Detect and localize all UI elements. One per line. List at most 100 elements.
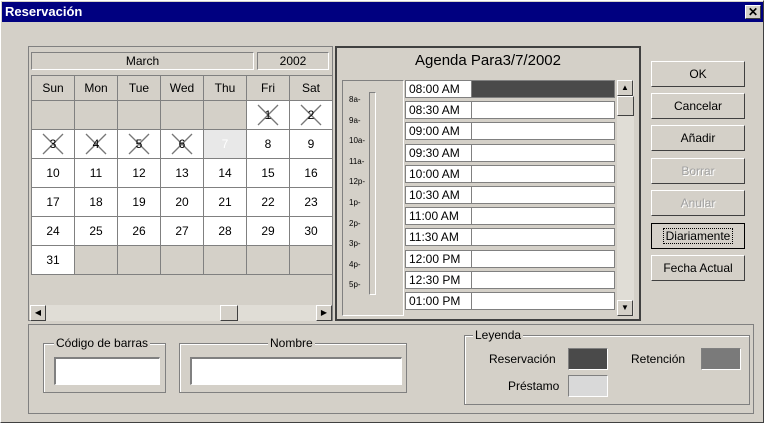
time-slot[interactable]: 12:30 PM: [405, 270, 615, 289]
time-slot[interactable]: 11:00 AM: [405, 207, 615, 226]
reservation-swatch: [568, 348, 608, 370]
hour-label: 3p-: [349, 239, 361, 249]
time-slot[interactable]: 10:00 AM: [405, 164, 615, 183]
name-group: Nombre: [179, 336, 407, 393]
time-slot[interactable]: 09:30 AM: [405, 143, 615, 162]
scroll-right-button[interactable]: ▶: [316, 305, 332, 321]
day-number: 23: [304, 195, 318, 209]
reservation-dialog: Reservación ✕ March 2002 Sun Mon Tue Wed Thu…: [0, 0, 764, 423]
scroll-down-button[interactable]: ▼: [617, 300, 633, 316]
slot-status-bar: [472, 81, 614, 97]
day-cell[interactable]: 8: [246, 129, 290, 159]
time-slot[interactable]: 08:30 AM: [405, 101, 615, 120]
scroll-thumb[interactable]: [617, 96, 634, 116]
day-cell[interactable]: 31: [31, 245, 75, 275]
day-cell[interactable]: 30: [289, 216, 333, 246]
day-number: 2: [307, 108, 315, 122]
hour-label: 2p-: [349, 218, 361, 228]
close-button[interactable]: ✕: [745, 5, 761, 19]
name-label: Nombre: [268, 336, 315, 350]
day-cell[interactable]: 3: [31, 129, 75, 159]
day-cell[interactable]: 11: [74, 158, 118, 188]
void-button[interactable]: Anular: [651, 190, 745, 216]
day-cell[interactable]: 13: [160, 158, 204, 188]
slot-status-bar: [472, 123, 614, 139]
day-cell[interactable]: 29: [246, 216, 290, 246]
scroll-thumb[interactable]: [220, 305, 238, 321]
day-cell[interactable]: 7: [203, 129, 247, 159]
day-cell[interactable]: 16: [289, 158, 333, 188]
day-cell[interactable]: 23: [289, 187, 333, 217]
name-input[interactable]: [190, 357, 402, 385]
day-cell[interactable]: 26: [117, 216, 161, 246]
empty-day-cell: [203, 245, 247, 275]
cancel-button[interactable]: Cancelar: [651, 93, 745, 119]
time-slot-label: 10:00 AM: [406, 165, 472, 182]
day-cell[interactable]: 15: [246, 158, 290, 188]
day-number: 10: [46, 166, 60, 180]
day-number: 20: [175, 195, 189, 209]
day-cell[interactable]: 10: [31, 158, 75, 188]
time-slot-label: 11:00 AM: [406, 208, 472, 225]
calendar-month-label[interactable]: March: [31, 52, 254, 70]
ok-button[interactable]: OK: [651, 61, 745, 87]
day-number: 7: [221, 137, 229, 151]
day-cell[interactable]: 25: [74, 216, 118, 246]
time-slot-label: 01:00 PM: [406, 293, 472, 309]
day-cell[interactable]: 9: [289, 129, 333, 159]
day-number: 6: [178, 137, 186, 151]
weekday-header: Wed: [160, 75, 204, 101]
daily-button-label: Diariamente: [662, 228, 734, 244]
day-number: 8: [264, 137, 272, 151]
day-cell[interactable]: 1: [246, 100, 290, 130]
scroll-left-button[interactable]: ◀: [30, 305, 46, 321]
empty-day-cell: [160, 245, 204, 275]
day-cell[interactable]: 20: [160, 187, 204, 217]
day-cell[interactable]: 4: [74, 129, 118, 159]
day-number: 31: [46, 253, 60, 267]
time-slot-label: 09:00 AM: [406, 123, 472, 140]
time-slot[interactable]: 11:30 AM: [405, 228, 615, 247]
day-number: 13: [175, 166, 189, 180]
day-cell[interactable]: 6: [160, 129, 204, 159]
agenda-vertical-scrollbar[interactable]: ▲ ▼: [617, 80, 634, 316]
time-slot-list: 08:00 AM 08:30 AM 09:00 AM 09:30 AM 10:00 AM…: [405, 80, 615, 316]
day-cell[interactable]: 5: [117, 129, 161, 159]
add-button[interactable]: Añadir: [651, 125, 745, 151]
day-number: 16: [304, 166, 318, 180]
empty-day-cell: [289, 245, 333, 275]
today-button[interactable]: Fecha Actual: [651, 255, 745, 281]
day-cell[interactable]: 28: [203, 216, 247, 246]
time-slot[interactable]: 08:00 AM: [405, 80, 615, 98]
day-number: 5: [135, 137, 143, 151]
window-title: Reservación: [5, 4, 83, 19]
day-cell[interactable]: 27: [160, 216, 204, 246]
day-cell[interactable]: 21: [203, 187, 247, 217]
empty-day-cell: [74, 245, 118, 275]
day-cell[interactable]: 17: [31, 187, 75, 217]
hour-label: 10a-: [349, 136, 366, 146]
time-slot[interactable]: 09:00 AM: [405, 122, 615, 141]
barcode-input[interactable]: [54, 357, 160, 385]
day-number: 24: [46, 224, 60, 238]
day-cell[interactable]: 12: [117, 158, 161, 188]
daily-button[interactable]: Diariamente: [651, 223, 745, 249]
day-number: 4: [92, 137, 100, 151]
day-cell[interactable]: 18: [74, 187, 118, 217]
time-slot[interactable]: 12:00 PM: [405, 249, 615, 268]
day-cell[interactable]: 24: [31, 216, 75, 246]
day-cell[interactable]: 19: [117, 187, 161, 217]
day-cell[interactable]: 22: [246, 187, 290, 217]
calendar-horizontal-scrollbar[interactable]: ◀ ▶: [30, 305, 332, 321]
time-slot-label: 12:30 PM: [406, 271, 472, 288]
time-slot[interactable]: 10:30 AM: [405, 186, 615, 204]
month-calendar: March 2002 Sun Mon Tue Wed Thu Fri Sat 1234567…: [28, 46, 333, 321]
barcode-group: Código de barras: [43, 336, 166, 393]
scroll-up-button[interactable]: ▲: [617, 80, 633, 96]
calendar-year-label[interactable]: 2002: [257, 52, 329, 70]
title-bar[interactable]: Reservación ✕: [2, 2, 763, 22]
delete-button[interactable]: Borrar: [651, 158, 745, 184]
day-cell[interactable]: 14: [203, 158, 247, 188]
day-cell[interactable]: 2: [289, 100, 333, 130]
time-slot[interactable]: 01:00 PM: [405, 292, 615, 310]
